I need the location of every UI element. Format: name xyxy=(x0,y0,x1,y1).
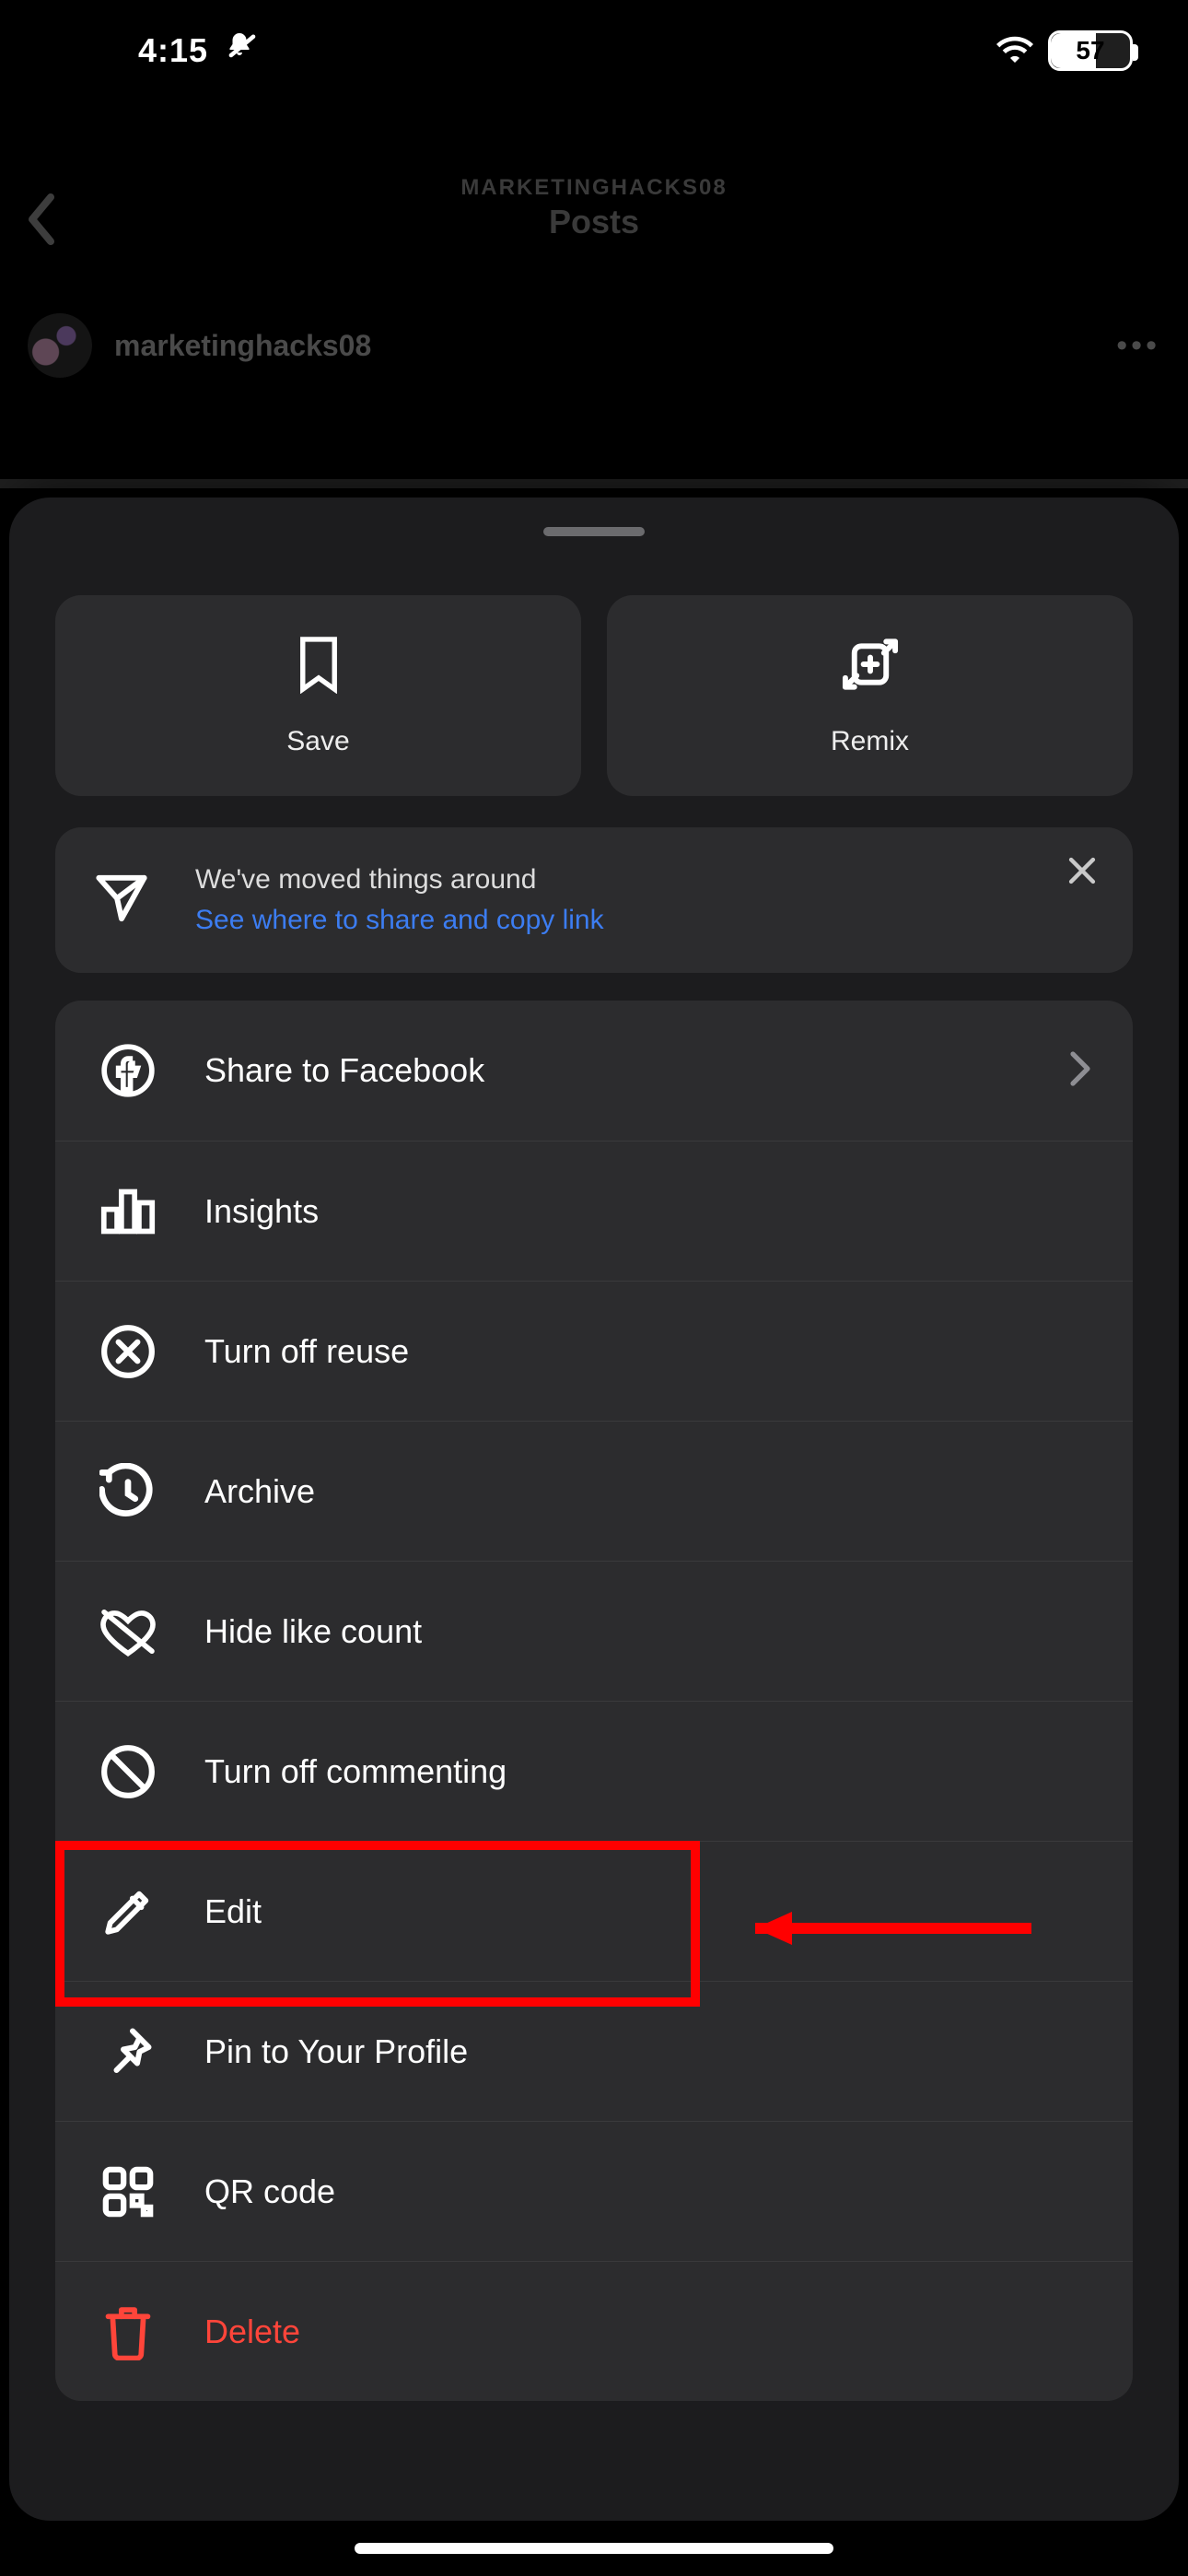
menu-edit[interactable]: Edit xyxy=(55,1841,1133,1981)
menu-insights[interactable]: Insights xyxy=(55,1141,1133,1281)
qr-code-icon xyxy=(96,2165,160,2219)
wifi-icon xyxy=(996,34,1033,68)
menu-label: Delete xyxy=(204,2313,300,2351)
save-tile[interactable]: Save xyxy=(55,595,581,796)
save-label: Save xyxy=(286,726,349,757)
menu-label: Pin to Your Profile xyxy=(204,2032,468,2071)
bar-chart-icon xyxy=(96,1186,160,1237)
menu-label: Edit xyxy=(204,1892,262,1931)
chevron-right-icon xyxy=(1068,1050,1092,1092)
dim-divider xyxy=(0,479,1188,488)
trash-icon xyxy=(96,2303,160,2360)
menu-label: QR code xyxy=(204,2172,335,2211)
menu-label: Share to Facebook xyxy=(204,1051,484,1090)
menu-label: Turn off commenting xyxy=(204,1752,507,1791)
menu-delete[interactable]: Delete xyxy=(55,2261,1133,2401)
menu-label: Turn off reuse xyxy=(204,1332,409,1371)
pin-icon xyxy=(96,2024,160,2079)
silent-bell-icon xyxy=(223,30,256,72)
notice-card[interactable]: We've moved things around See where to s… xyxy=(55,827,1133,973)
menu-label: Insights xyxy=(204,1192,319,1231)
header-overline: MARKETINGHACKS08 xyxy=(0,175,1188,201)
menu-turn-off-reuse[interactable]: Turn off reuse xyxy=(55,1281,1133,1421)
avatar[interactable] xyxy=(28,313,92,378)
notice-text: We've moved things around xyxy=(195,864,604,896)
status-time: 4:15 xyxy=(138,31,208,70)
battery-icon: 57 xyxy=(1048,30,1133,71)
share-plane-icon xyxy=(92,869,151,932)
x-circle-icon xyxy=(96,1323,160,1380)
heart-slash-icon xyxy=(96,1605,160,1658)
sheet-grabber[interactable] xyxy=(543,527,645,536)
menu-share-facebook[interactable]: Share to Facebook xyxy=(55,1001,1133,1141)
facebook-icon xyxy=(96,1042,160,1099)
remix-icon xyxy=(838,635,903,698)
menu-turn-off-commenting[interactable]: Turn off commenting xyxy=(55,1701,1133,1841)
menu-pin-profile[interactable]: Pin to Your Profile xyxy=(55,1981,1133,2121)
menu-archive[interactable]: Archive xyxy=(55,1421,1133,1561)
action-sheet: Save Remix We've moved things xyxy=(9,498,1179,2521)
archive-icon xyxy=(96,1463,160,1520)
menu-hide-likes[interactable]: Hide like count xyxy=(55,1561,1133,1701)
remix-tile[interactable]: Remix xyxy=(607,595,1133,796)
menu-qr-code[interactable]: QR code xyxy=(55,2121,1133,2261)
notice-link[interactable]: See where to share and copy link xyxy=(195,905,604,936)
menu-label: Archive xyxy=(204,1472,315,1511)
battery-percent: 57 xyxy=(1051,36,1130,65)
page-header: MARKETINGHACKS08 Posts marketinghacks08 … xyxy=(0,101,1188,479)
menu-list: Share to Facebook Insights xyxy=(55,1001,1133,2401)
account-row[interactable]: marketinghacks08 ••• xyxy=(0,313,1188,378)
comment-off-icon xyxy=(96,1743,160,1800)
more-button[interactable]: ••• xyxy=(1116,328,1160,364)
close-icon[interactable] xyxy=(1066,855,1098,891)
home-indicator[interactable] xyxy=(0,2521,1188,2576)
pencil-icon xyxy=(96,1885,160,1938)
remix-label: Remix xyxy=(831,726,909,757)
menu-label: Hide like count xyxy=(204,1612,422,1651)
status-bar: 4:15 57 xyxy=(0,0,1188,101)
header-title: Posts xyxy=(0,203,1188,241)
bookmark-icon xyxy=(291,635,346,698)
account-name: marketinghacks08 xyxy=(114,329,371,363)
